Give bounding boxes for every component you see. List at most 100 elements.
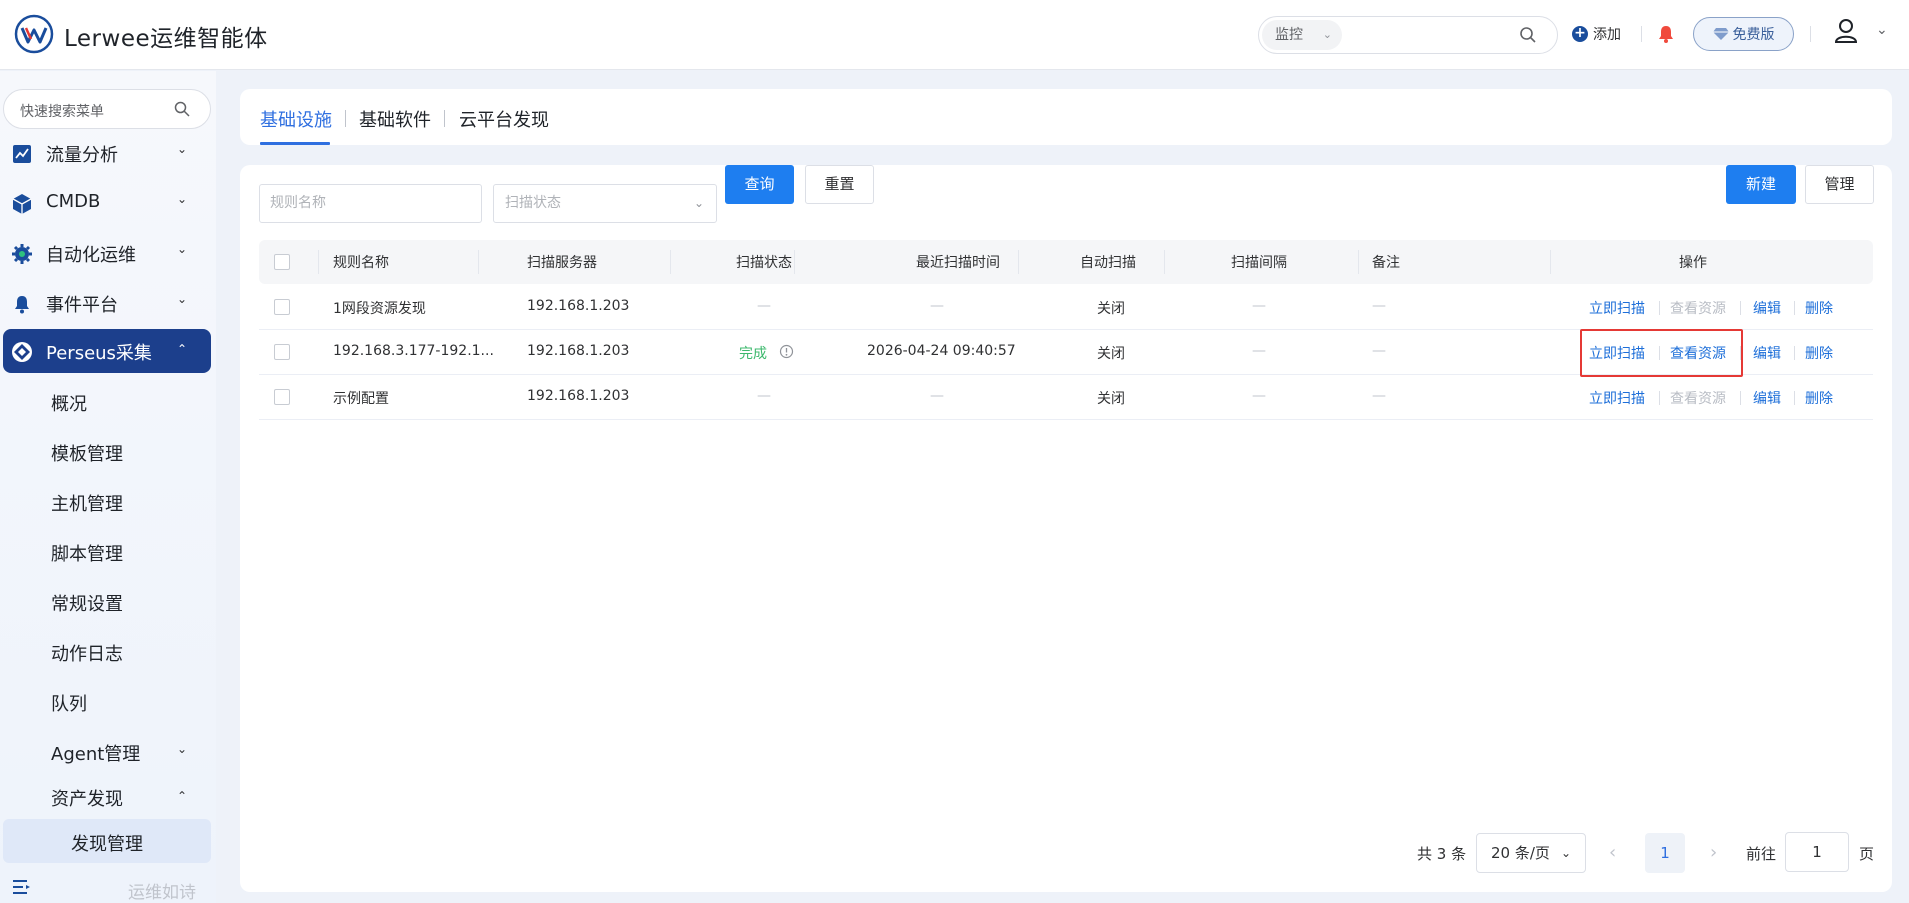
perseus-logo-icon — [12, 342, 32, 362]
row-checkbox[interactable] — [274, 344, 290, 360]
tabs-bar: 基础设施 基础软件 云平台发现 — [240, 89, 1892, 145]
subitem-label: 队列 — [51, 694, 87, 715]
sidebar-subitem-scripts[interactable]: 脚本管理 — [51, 540, 123, 566]
new-button[interactable]: 新建 — [1726, 165, 1796, 204]
sidebar-subitem-agent[interactable]: Agent管理 ⌄ — [51, 740, 187, 766]
column-header-actions: 操作 — [1679, 255, 1707, 271]
sidebar-item-automation[interactable]: 自动化运维 ⌄ — [3, 231, 211, 275]
free-badge-label: 免费版 — [1732, 27, 1775, 43]
scan-now-link[interactable]: 立即扫描 — [1589, 298, 1645, 318]
sidebar-item-perseus[interactable]: Perseus采集 ⌃ — [3, 329, 211, 373]
cell-scan-server: 192.168.1.203 — [527, 298, 630, 314]
goto-label: 前往 — [1746, 845, 1777, 863]
cell-scan-server: 192.168.1.203 — [527, 343, 630, 359]
sidebar-subitem-overview[interactable]: 概况 — [51, 390, 87, 416]
action-divider — [1659, 391, 1660, 405]
current-page-button[interactable]: 1 — [1645, 833, 1685, 873]
select-all-checkbox[interactable] — [274, 254, 290, 270]
scan-status-placeholder: 扫描状态 — [505, 195, 561, 211]
rule-name-input[interactable]: 规则名称 — [259, 184, 482, 223]
search-icon[interactable] — [1519, 26, 1537, 44]
sidebar-subitem-action-log[interactable]: 动作日志 — [51, 640, 123, 666]
column-divider — [1018, 250, 1019, 274]
sidebar-item-label: Perseus采集 — [46, 343, 152, 364]
bell-icon[interactable] — [1656, 24, 1676, 44]
chevron-down-icon: ⌄ — [176, 292, 187, 306]
table-row: 1网段资源发现 192.168.1.203 — — 关闭 — — 立即扫描 查看… — [259, 285, 1873, 330]
next-page-icon[interactable]: › — [1710, 842, 1717, 863]
rule-name-placeholder: 规则名称 — [270, 195, 326, 211]
tab-basic-software[interactable]: 基础软件 — [359, 106, 431, 132]
sidebar-item-cmdb[interactable]: CMDB ⌄ — [3, 181, 211, 225]
sidebar-subitem-templates[interactable]: 模板管理 — [51, 440, 123, 466]
search-scope-select[interactable]: 监控 ⌄ — [1262, 20, 1342, 50]
user-avatar-icon[interactable] — [1834, 18, 1858, 44]
prev-page-icon[interactable]: ‹ — [1609, 842, 1616, 863]
subitem-label: 资产发现 — [51, 789, 123, 810]
cell-scan-server: 192.168.1.203 — [527, 388, 630, 404]
sidebar-subitem-asset-discovery[interactable]: 资产发现 ⌃ — [51, 785, 187, 811]
cell-rule-name: 1网段资源发现 — [333, 301, 426, 317]
chart-line-icon — [13, 145, 31, 163]
view-resources-link[interactable]: 查看资源 — [1670, 388, 1726, 408]
menu-search-input[interactable]: 快速搜索菜单 — [3, 89, 211, 129]
sidebar-item-label: CMDB — [46, 191, 101, 212]
sidebar-subitem-hosts[interactable]: 主机管理 — [51, 490, 123, 516]
reset-button[interactable]: 重置 — [805, 165, 874, 204]
sidebar-footer-text: 运维如诗 — [128, 883, 196, 903]
sidebar-subitem-queue[interactable]: 队列 — [51, 690, 87, 716]
cell-auto-scan: 关闭 — [1097, 301, 1125, 317]
edit-link[interactable]: 编辑 — [1753, 298, 1781, 318]
scan-now-link[interactable]: 立即扫描 — [1589, 388, 1645, 408]
tab-cloud-discovery[interactable]: 云平台发现 — [459, 106, 549, 132]
goto-page-input[interactable]: 1 — [1785, 832, 1849, 872]
tab-divider — [444, 110, 445, 127]
cell-last-scan-time: — — [930, 298, 944, 314]
delete-link[interactable]: 删除 — [1805, 343, 1833, 363]
add-button[interactable]: + 添加 — [1572, 24, 1621, 44]
row-checkbox[interactable] — [274, 389, 290, 405]
edit-link[interactable]: 编辑 — [1753, 388, 1781, 408]
app-logo-icon[interactable] — [14, 14, 54, 54]
delete-link[interactable]: 删除 — [1805, 388, 1833, 408]
menu-search-placeholder: 快速搜索菜单 — [20, 104, 104, 120]
chevron-down-icon[interactable]: ⌄ — [1876, 22, 1888, 38]
plus-icon: + — [1572, 26, 1588, 42]
cell-last-scan-time: 2026-04-24 09:40:57 — [867, 343, 1016, 359]
cell-last-scan-time: — — [930, 388, 944, 404]
sidebar-subitem-settings[interactable]: 常规设置 — [51, 590, 123, 616]
cell-remark: — — [1372, 343, 1386, 359]
cell-remark: — — [1372, 298, 1386, 314]
row-checkbox[interactable] — [274, 299, 290, 315]
page-size-select[interactable]: 20 条/页 ⌄ — [1476, 833, 1586, 873]
chevron-down-icon: ⌄ — [176, 242, 187, 256]
manage-button[interactable]: 管理 — [1805, 165, 1874, 204]
free-version-badge[interactable]: 免费版 — [1693, 17, 1794, 51]
action-divider — [1794, 391, 1795, 405]
action-divider — [1659, 301, 1660, 315]
column-header-rule-name: 规则名称 — [333, 255, 389, 271]
chevron-down-icon: ⌄ — [1322, 28, 1332, 41]
global-search[interactable]: 监控 ⌄ — [1258, 16, 1558, 54]
sidebar-subitem-discovery-management[interactable]: 发现管理 — [3, 819, 211, 863]
cell-scan-status: 完成 — [739, 346, 767, 362]
sidebar-item-label: 流量分析 — [46, 145, 118, 166]
sidebar-item-event-platform[interactable]: 事件平台 ⌄ — [3, 281, 211, 325]
cell-scan-interval: — — [1252, 388, 1266, 404]
sidebar: 快速搜索菜单 流量分析 ⌄ CMDB ⌄ 自动化运维 ⌄ 事件平台 ⌄ Pers… — [0, 71, 216, 903]
sidebar-item-traffic-analysis[interactable]: 流量分析 ⌄ — [3, 131, 211, 175]
view-resources-link[interactable]: 查看资源 — [1670, 298, 1726, 318]
info-icon[interactable] — [779, 344, 794, 359]
action-divider — [1740, 391, 1741, 405]
cell-scan-status: — — [757, 388, 771, 404]
search-icon[interactable] — [174, 101, 190, 117]
tab-infrastructure[interactable]: 基础设施 — [260, 106, 332, 132]
pagination-total: 共 3 条 — [1417, 845, 1467, 863]
column-header-scan-server: 扫描服务器 — [527, 255, 597, 271]
delete-link[interactable]: 删除 — [1805, 298, 1833, 318]
scan-status-select[interactable]: 扫描状态 ⌄ — [493, 184, 717, 223]
app-title: Lerwee运维智能体 — [64, 26, 268, 52]
query-button[interactable]: 查询 — [725, 165, 794, 204]
edit-link[interactable]: 编辑 — [1753, 343, 1781, 363]
menu-collapse-icon[interactable] — [12, 879, 32, 895]
